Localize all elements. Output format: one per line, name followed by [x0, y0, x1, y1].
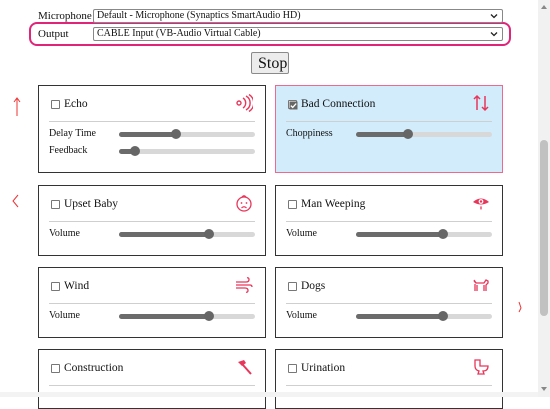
slider-thumb[interactable]: [171, 129, 182, 139]
param-label: Volume: [49, 310, 80, 321]
stop-button[interactable]: Stop: [251, 52, 289, 74]
param-row: Volume: [49, 309, 255, 323]
weeping-eye-icon: [473, 198, 489, 210]
microphone-select[interactable]: Default - Microphone (Synaptics SmartAud…: [93, 9, 503, 23]
microphone-row: Microphone Default - Microphone (Synapti…: [38, 9, 508, 23]
effect-title: Upset Baby: [64, 198, 118, 210]
effect-card-header: Echo: [49, 86, 255, 122]
bottom-edge: [0, 392, 538, 397]
output-row: Output CABLE Input (VB-Audio Virtual Cab…: [38, 27, 508, 41]
slider-fill: [119, 314, 209, 319]
wind-icon: [236, 277, 253, 293]
effect-title: Man Weeping: [301, 198, 366, 210]
slider-fill: [119, 232, 209, 237]
scroll-down-arrow-icon[interactable]: [540, 385, 548, 393]
effect-card-wind: Wind Volume: [38, 267, 266, 338]
effect-checkbox[interactable]: [288, 200, 297, 209]
up-down-arrows-icon: [473, 94, 489, 112]
effect-title: Bad Connection: [301, 98, 376, 110]
param-label: Delay Time: [49, 128, 96, 139]
annotation-mark-left: [12, 194, 19, 208]
param-label: Volume: [286, 228, 317, 239]
effect-checkbox[interactable]: [51, 100, 60, 109]
effect-card-header: Dogs: [286, 268, 492, 304]
slider-thumb[interactable]: [130, 146, 141, 156]
effect-title: Construction: [64, 362, 124, 374]
output-select-value: CABLE Input (VB-Audio Virtual Cable): [97, 28, 261, 39]
annotation-mark-up: [13, 97, 21, 116]
effect-checkbox[interactable]: [288, 364, 297, 373]
scroll-up-arrow-icon[interactable]: [540, 3, 548, 11]
annotation-mark-right: [518, 301, 522, 313]
effect-card-header: Upset Baby: [49, 186, 255, 222]
effect-card-upset-baby: Upset Baby Volume: [38, 185, 266, 256]
effect-title: Echo: [64, 98, 88, 110]
param-slider[interactable]: [356, 129, 492, 139]
slider-fill: [356, 314, 444, 319]
vertical-scrollbar[interactable]: [538, 0, 550, 397]
param-slider[interactable]: [119, 229, 255, 239]
effect-checkbox[interactable]: [51, 282, 60, 291]
effect-checkbox[interactable]: [288, 282, 297, 291]
effect-card-header: Man Weeping: [286, 186, 492, 222]
slider-thumb[interactable]: [203, 229, 214, 239]
effect-title: Dogs: [301, 280, 326, 292]
effect-checkbox[interactable]: [51, 364, 60, 373]
param-row: Feedback: [49, 144, 255, 158]
effect-card-header: Bad Connection: [286, 86, 492, 122]
param-slider[interactable]: [119, 311, 255, 321]
param-slider[interactable]: [119, 129, 255, 139]
effect-card-bad-connection: Bad Connection Choppiness: [275, 85, 503, 173]
effect-card-echo: Echo Delay Time Feedback: [38, 85, 266, 173]
scrollbar-thumb[interactable]: [540, 140, 548, 316]
slider-fill: [356, 132, 408, 137]
param-slider[interactable]: [119, 146, 255, 156]
effect-card-construction: Construction: [38, 349, 266, 409]
param-label: Volume: [49, 228, 80, 239]
toilet-icon: [474, 359, 489, 375]
param-slider[interactable]: [356, 311, 492, 321]
checkmark-icon: [289, 101, 298, 110]
effect-card-urination: Urination: [275, 349, 503, 409]
slider-thumb[interactable]: [438, 311, 449, 321]
effect-title: Wind: [64, 280, 90, 292]
effect-checkbox[interactable]: [51, 200, 60, 209]
output-label: Output: [38, 28, 69, 40]
slider-thumb[interactable]: [203, 311, 214, 321]
param-label: Feedback: [49, 145, 88, 156]
chevron-down-icon: [490, 14, 498, 19]
slider-thumb[interactable]: [438, 229, 449, 239]
effect-checkbox[interactable]: [288, 100, 298, 110]
slider-thumb[interactable]: [402, 129, 413, 139]
effect-card-header: Construction: [49, 350, 255, 386]
baby-face-icon: [236, 195, 252, 212]
chevron-down-icon: [490, 32, 498, 37]
effect-card-dogs: Dogs Volume: [275, 267, 503, 338]
param-row: Choppiness: [286, 127, 492, 141]
param-row: Volume: [286, 227, 492, 241]
param-row: Delay Time: [49, 127, 255, 141]
param-row: Volume: [286, 309, 492, 323]
slider-fill: [119, 132, 177, 137]
microphone-select-value: Default - Microphone (Synaptics SmartAud…: [97, 10, 301, 21]
microphone-label: Microphone: [38, 10, 92, 22]
effect-card-header: Wind: [49, 268, 255, 304]
param-label: Choppiness: [286, 128, 333, 139]
output-select[interactable]: CABLE Input (VB-Audio Virtual Cable): [93, 27, 503, 41]
effect-card-header: Urination: [286, 350, 492, 386]
param-slider[interactable]: [356, 229, 492, 239]
echo-icon: [236, 94, 253, 112]
slider-fill: [356, 232, 444, 237]
param-label: Volume: [286, 310, 317, 321]
param-row: Volume: [49, 227, 255, 241]
hammer-icon: [238, 360, 252, 375]
effect-card-man-weeping: Man Weeping Volume: [275, 185, 503, 256]
dog-icon: [473, 279, 489, 291]
effect-title: Urination: [301, 362, 346, 374]
